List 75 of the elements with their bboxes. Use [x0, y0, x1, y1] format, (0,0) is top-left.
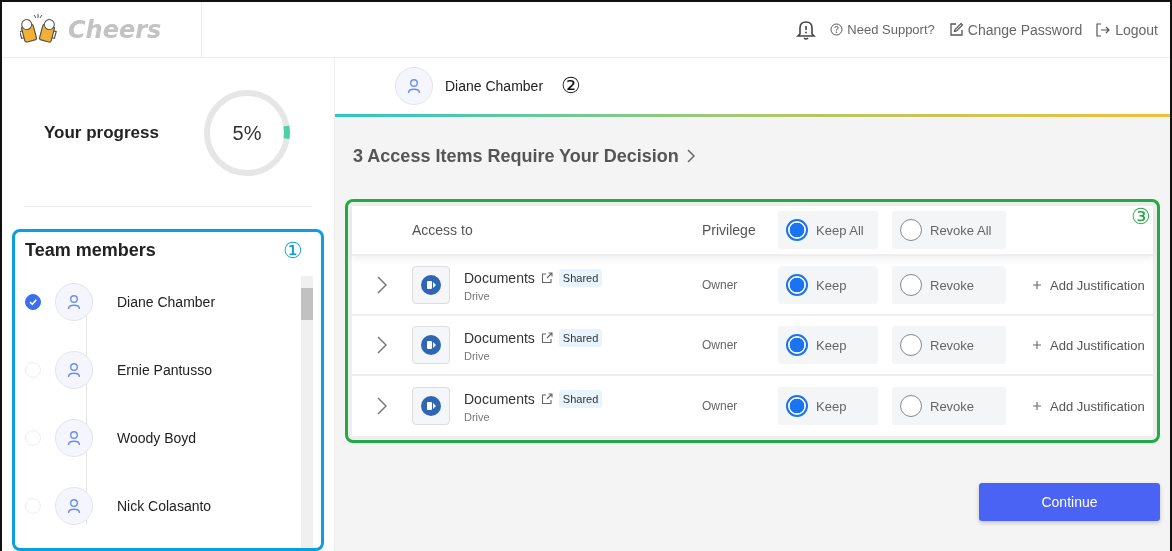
radio-option[interactable]: Keep — [778, 326, 878, 364]
radio-button[interactable] — [786, 395, 808, 417]
resource-name[interactable]: Documents — [464, 329, 535, 346]
add-justification-link[interactable]: Add Justification — [1032, 398, 1153, 414]
member-name[interactable]: Woody Boyd — [117, 430, 197, 446]
chevron-right-icon[interactable] — [377, 336, 387, 354]
resource-source: Drive — [464, 349, 491, 362]
checkmark-icon — [28, 297, 38, 307]
radio-option[interactable]: Revoke All — [892, 211, 1006, 249]
resource-name[interactable]: Documents — [464, 390, 535, 407]
member-name[interactable]: Ernie Pantusso — [117, 362, 212, 378]
callout-number: ① — [283, 240, 303, 262]
external-link-icon[interactable] — [540, 331, 553, 344]
radio-button[interactable] — [900, 334, 922, 356]
edit-icon — [948, 22, 964, 37]
brand-name: Cheers — [68, 15, 162, 44]
person-icon — [406, 78, 422, 94]
radio-option[interactable]: Keep All — [778, 211, 878, 249]
logout-icon — [1096, 22, 1112, 37]
member-name[interactable]: Diane Chamber — [117, 294, 216, 310]
header-link[interactable]: Change Password — [948, 21, 1083, 38]
progress-label: Your progress — [44, 123, 159, 143]
continue-button[interactable]: Continue — [979, 483, 1160, 521]
header-link[interactable]: Need Support? — [830, 22, 935, 37]
radio-button[interactable] — [900, 219, 922, 241]
radio-option[interactable]: Keep — [778, 266, 878, 304]
chevron-right-icon[interactable] — [686, 149, 695, 163]
shared-tag: Shared — [558, 389, 603, 408]
plus-icon — [1032, 401, 1042, 411]
person-icon — [66, 294, 82, 310]
section-title[interactable]: 3 Access Items Require Your Decision — [353, 145, 679, 167]
app-icon — [412, 266, 450, 304]
callout-number: ③ — [1131, 206, 1151, 228]
external-link-icon[interactable] — [540, 392, 553, 405]
app-icon — [412, 326, 450, 364]
member-check[interactable] — [25, 294, 41, 310]
add-justification-link[interactable]: Add Justification — [1032, 337, 1153, 353]
privilege-cell-text: Owner — [702, 278, 739, 292]
radio-option[interactable]: Keep — [778, 387, 878, 425]
resource-source: Drive — [464, 410, 491, 423]
radio-option[interactable]: Revoke — [892, 387, 1006, 425]
privilege-cell-text: Owner — [702, 399, 739, 413]
chevron-right-icon[interactable] — [377, 397, 387, 415]
header-link[interactable]: Logout — [1096, 21, 1158, 38]
radio-button[interactable] — [786, 334, 808, 356]
add-justification-link[interactable]: Add Justification — [1032, 277, 1153, 293]
resource-name[interactable]: Documents — [464, 269, 535, 286]
shared-tag: Shared — [558, 328, 603, 347]
person-icon — [66, 430, 82, 446]
resource-source: Drive — [464, 289, 491, 302]
chevron-right-icon[interactable] — [377, 276, 387, 294]
radio-button[interactable] — [786, 274, 808, 296]
privilege-cell-text: Owner — [702, 338, 739, 352]
radio-option[interactable]: Revoke — [892, 326, 1006, 364]
user-name: Diane Chamber — [445, 78, 544, 94]
radio-button[interactable] — [900, 274, 922, 296]
progress-value: 5% — [232, 121, 262, 145]
help-icon — [830, 23, 844, 36]
column-header: Privilege — [702, 222, 757, 238]
external-link-icon[interactable] — [540, 271, 553, 284]
scrollbar[interactable] — [301, 276, 313, 548]
column-header: Access to — [412, 222, 474, 238]
plus-icon — [1032, 280, 1042, 290]
radio-button[interactable] — [900, 395, 922, 417]
member-name[interactable]: Nick Colasanto — [117, 498, 212, 514]
person-icon — [66, 498, 82, 514]
panel-title: Team members — [25, 240, 156, 260]
app-icon — [412, 387, 450, 425]
bell-icon[interactable] — [796, 18, 817, 41]
shared-tag: Shared — [558, 268, 603, 287]
callout-number: ② — [561, 75, 582, 97]
radio-button[interactable] — [786, 219, 808, 241]
plus-icon — [1032, 340, 1042, 350]
radio-option[interactable]: Revoke — [892, 266, 1006, 304]
person-icon — [66, 362, 82, 378]
